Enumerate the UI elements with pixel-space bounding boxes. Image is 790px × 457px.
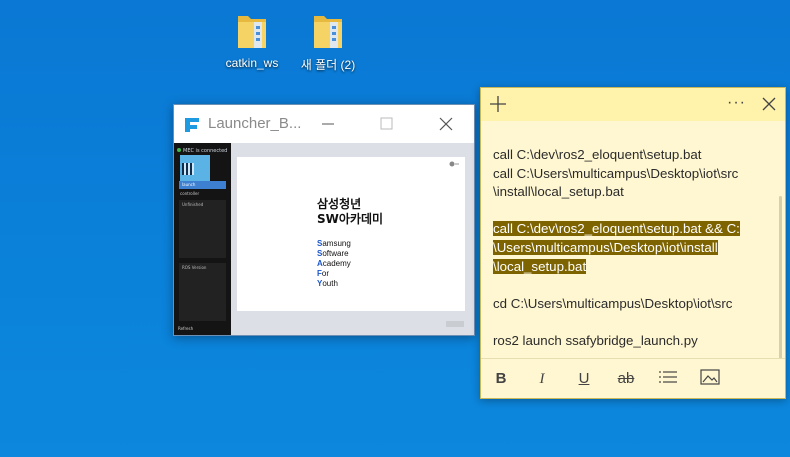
minimize-button[interactable]	[316, 113, 340, 135]
bold-button[interactable]: B	[490, 369, 512, 389]
close-button[interactable]	[434, 113, 458, 135]
launcher-sidebar: MEC is connected launch controller Unfin…	[174, 143, 231, 335]
add-note-button[interactable]	[489, 95, 507, 113]
launcher-bottom-button[interactable]	[446, 321, 464, 327]
list-item: Youth	[317, 279, 338, 288]
underline-icon: U	[578, 370, 590, 387]
maximize-button[interactable]	[374, 113, 398, 135]
desktop-folder-new-folder-2[interactable]: 새 폴더 (2)	[293, 10, 363, 73]
note-text-area[interactable]: call C:\dev\ros2_eloquent\setup.bat call…	[493, 146, 765, 351]
desktop-folder-catkin-ws[interactable]: catkin_ws	[217, 10, 287, 70]
underline-button[interactable]: U	[573, 369, 595, 389]
more-options-button[interactable]: ···	[727, 94, 746, 112]
italic-icon: I	[539, 371, 545, 387]
folder-label: catkin_ws	[225, 56, 279, 70]
note-format-toolbar: B I U ab	[481, 358, 785, 398]
bold-icon: B	[495, 370, 507, 387]
qr-code-image	[180, 155, 210, 183]
close-icon	[439, 117, 453, 131]
list-icon	[659, 371, 677, 383]
plus-icon	[490, 96, 506, 112]
launcher-app-icon	[183, 116, 201, 134]
heading-line-2: SW아카데미	[317, 212, 384, 226]
refresh-link[interactable]: Refresh	[178, 326, 193, 331]
status-text: MEC is connected	[183, 148, 228, 154]
heading-line-1: 삼성청년	[317, 197, 362, 211]
user-avatar-icon[interactable]	[449, 161, 459, 168]
close-note-button[interactable]	[762, 97, 776, 111]
folder-label: 새 폴더 (2)	[300, 58, 356, 72]
launch-button[interactable]: launch	[179, 181, 226, 189]
status-dot-icon	[177, 148, 181, 152]
launcher-title: Launcher_B...	[208, 115, 302, 132]
insert-image-button[interactable]	[699, 369, 721, 389]
sidebar-panel-ros-version: ROS Version	[179, 263, 226, 321]
strikethrough-icon: ab	[617, 370, 635, 387]
acronym-list: Samsung Software Academy For Youth	[317, 239, 351, 289]
launcher-window: Launcher_B... MEC is connected launch co…	[173, 104, 475, 336]
bullet-list-button[interactable]	[657, 369, 679, 389]
strikethrough-button[interactable]: ab	[615, 369, 637, 389]
folder-icon	[234, 10, 270, 52]
folder-icon	[310, 10, 346, 52]
launcher-titlebar[interactable]: Launcher_B...	[174, 105, 474, 143]
note-line-selected: call C:\dev\ros2_eloquent\setup.bat && C…	[493, 221, 740, 237]
list-item: For	[317, 269, 330, 278]
note-line: call C:\Users\multicampus\Desktop\iot\sr…	[493, 165, 739, 181]
maximize-icon	[380, 117, 393, 130]
connection-status: MEC is connected	[177, 148, 227, 154]
document-heading: 삼성청년 SW아카데미	[317, 197, 383, 227]
note-line: ros2 launch ssafybridge_launch.py	[493, 332, 698, 348]
launcher-content: MEC is connected launch controller Unfin…	[174, 143, 474, 335]
document-preview: 삼성청년 SW아카데미 Samsung Software Academy For…	[237, 157, 465, 311]
list-item: Software	[317, 249, 349, 258]
image-icon	[700, 369, 720, 385]
note-line-selected: \Users\multicampus\Desktop\iot\install	[493, 239, 718, 255]
italic-button[interactable]: I	[531, 369, 553, 389]
list-item: Academy	[317, 259, 351, 268]
note-line: \install\local_setup.bat	[493, 184, 624, 200]
panel-header: ROS Version	[182, 265, 207, 270]
close-icon	[762, 97, 776, 111]
list-item: Samsung	[317, 239, 351, 248]
sticky-note-header[interactable]: ···	[481, 88, 785, 121]
note-line: cd C:\Users\multicampus\Desktop\iot\src	[493, 295, 733, 311]
note-line-selected: \local_setup.bat	[493, 258, 587, 274]
sidebar-item-controller[interactable]: controller	[180, 191, 199, 196]
sidebar-panel-unfinished: Unfinished	[179, 200, 226, 258]
note-line: call C:\dev\ros2_eloquent\setup.bat	[493, 147, 702, 162]
sticky-note-window: ··· call C:\dev\ros2_eloquent\setup.bat …	[480, 87, 786, 399]
minimize-icon	[322, 123, 334, 125]
panel-header: Unfinished	[182, 202, 204, 207]
